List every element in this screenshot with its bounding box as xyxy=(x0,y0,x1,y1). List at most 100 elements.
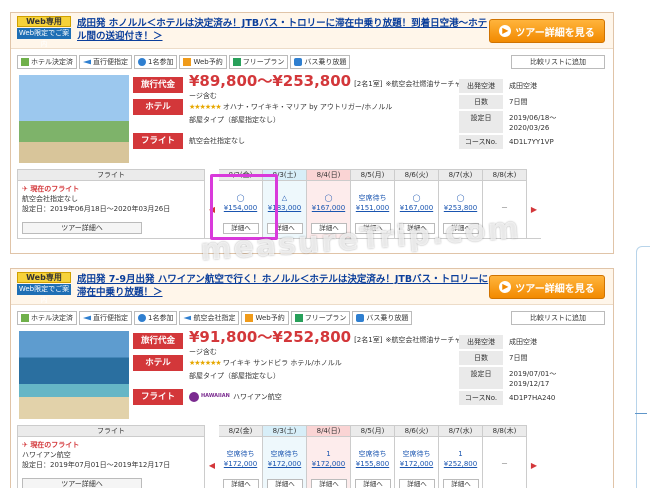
date-cell[interactable]: 1 ¥252,800 詳細へ xyxy=(439,437,483,488)
airline-text: ハワイアン航空 xyxy=(22,451,71,459)
hotel-name: ワイキキ サンドビラ ホテル/ホノルル xyxy=(222,359,342,367)
plane-icon xyxy=(83,315,91,321)
info-value: 成田空港 xyxy=(509,338,537,346)
period-text: 設定日：2019年07月01日〜2019年12月17日 xyxy=(22,461,171,469)
badge-web-only: Web専用 xyxy=(17,16,71,27)
date-detail-button[interactable]: 詳細へ xyxy=(399,479,435,488)
date-detail-button[interactable]: 詳細へ xyxy=(311,479,347,488)
price-note: [2名1室] xyxy=(354,79,383,88)
date-cell[interactable]: 空席待ち ¥172,000 詳細へ xyxy=(395,437,439,488)
info-key: 設定日 xyxy=(459,111,503,133)
tour-title-link[interactable]: 成田発 7-9月出発 ハワイアン航空で行く！ホノルル＜ホテルは決定済み！JTBバ… xyxy=(77,273,495,299)
date-cell[interactable]: 空席待ち ¥155,800 詳細へ xyxy=(351,437,395,488)
date-detail-button[interactable]: 詳細へ xyxy=(267,479,303,488)
day-header: 8/8(木) xyxy=(483,425,527,437)
tag-direct-flight: 直行便指定 xyxy=(79,55,132,69)
info-value: 7日間 xyxy=(509,354,528,362)
day-header: 8/7(水) xyxy=(439,169,483,181)
date-price-link[interactable]: ¥167,000 xyxy=(395,203,438,213)
tour-summary: 旅行代金 ¥91,800〜¥252,800 [2名1室] ※航空会社燃油サーチャージ… xyxy=(133,328,463,409)
person-icon xyxy=(138,314,146,322)
date-detail-button[interactable]: 詳細へ xyxy=(443,479,479,488)
tag-free-plan: フリープラン xyxy=(290,311,351,325)
plane-icon xyxy=(183,315,192,321)
date-price-link[interactable]: ¥167,000 xyxy=(307,203,350,213)
date-cell[interactable]: 1 ¥172,000 詳細へ xyxy=(307,437,351,488)
tour-detail-link[interactable]: ツアー詳細へ xyxy=(22,222,142,234)
availability-mark: 空席待ち xyxy=(402,450,431,458)
prev-week-icon[interactable]: ◀ xyxy=(205,437,219,488)
date-price-link[interactable]: ¥253,800 xyxy=(439,203,482,213)
tag-label: 航空会社指定 xyxy=(193,314,236,322)
day-header: 8/8(木) xyxy=(483,169,527,181)
date-price-link[interactable]: ¥172,000 xyxy=(395,459,438,469)
web-icon xyxy=(245,314,254,322)
tag-label: バス乗り放題 xyxy=(304,58,347,66)
day-header: 8/4(日) xyxy=(307,425,351,437)
add-compare-button[interactable]: 比較リストに追加 xyxy=(511,55,605,69)
flight-value: ハワイアン航空 xyxy=(233,393,282,401)
hotel-icon xyxy=(21,314,29,322)
next-week-icon[interactable]: ▶ xyxy=(527,437,541,488)
tour-title-link[interactable]: 成田発 ホノルル＜ホテルは決定済み！JTBバス・トロリーに滞在中乗り放題！到着日… xyxy=(77,17,495,43)
flag-icon xyxy=(294,314,303,322)
info-value: 成田空港 xyxy=(509,82,537,90)
feature-tags: ホテル決定済 直行便指定 1名参加 航空会社指定 Web予約 フリープラン バス… xyxy=(17,311,413,325)
date-price-link[interactable]: ¥151,000 xyxy=(351,203,394,213)
date-detail-button[interactable]: 詳細へ xyxy=(223,479,259,488)
date-price-link[interactable]: ¥172,000 xyxy=(219,459,262,469)
day-header: 8/6(火) xyxy=(395,169,439,181)
no-tour-dash: － xyxy=(501,460,508,468)
tour-detail-link[interactable]: ツアー詳細へ xyxy=(22,478,142,488)
next-week-icon[interactable]: ▶ xyxy=(527,181,541,239)
tour-photo[interactable] xyxy=(19,331,129,419)
date-cell[interactable]: 空席待ち ¥172,000 詳細へ xyxy=(219,437,263,488)
tag-single: 1名参加 xyxy=(134,311,178,325)
web-only-badge: Web専用 Web限定でご案内 xyxy=(17,272,71,304)
tag-label: バス乗り放題 xyxy=(366,314,409,322)
flight-label: フライト xyxy=(133,389,183,405)
tag-label: Web予約 xyxy=(255,314,285,322)
badge-web-limited: Web限定でご案内 xyxy=(17,28,71,48)
tour-photo[interactable] xyxy=(19,75,129,163)
date-price-link[interactable]: ¥172,000 xyxy=(307,459,350,469)
current-flight-label: ✈ 現在のフライト xyxy=(22,185,80,193)
hotel-icon xyxy=(21,58,29,66)
info-key: 日数 xyxy=(459,351,503,365)
airline-logo: HAWAIIAN xyxy=(189,392,230,402)
tour-detail-button[interactable]: ▶ ツアー詳細を見る xyxy=(489,19,605,43)
availability-mark: 1 xyxy=(458,450,463,458)
date-detail-button[interactable]: 詳細へ xyxy=(355,479,391,488)
availability-mark: ◯ xyxy=(412,194,421,202)
tag-single: 1名参加 xyxy=(134,55,178,69)
web-only-badge: Web専用 Web限定でご案内 xyxy=(17,16,71,48)
day-header: 8/4(日) xyxy=(307,169,351,181)
day-header: 8/5(月) xyxy=(351,425,395,437)
current-flight-label: ✈ 現在のフライト xyxy=(22,441,80,449)
tag-label: 1名参加 xyxy=(148,314,174,322)
date-price-link[interactable]: ¥172,000 xyxy=(263,459,306,469)
flight-info: ✈ 現在のフライト 航空会社指定なし 設定日：2019年06月18日〜2020年… xyxy=(17,181,205,239)
tag-label: 直行便指定 xyxy=(93,314,128,322)
date-cell-empty: － xyxy=(483,437,527,488)
info-key: 設定日 xyxy=(459,367,503,389)
date-price-link[interactable]: ¥252,800 xyxy=(439,459,482,469)
add-compare-button[interactable]: 比較リストに追加 xyxy=(511,311,605,325)
tag-label: フリープラン xyxy=(242,58,285,66)
plane-icon xyxy=(83,59,91,65)
tag-free-plan: フリープラン xyxy=(228,55,289,69)
date-cell[interactable]: 空席待ち ¥172,000 詳細へ xyxy=(263,437,307,488)
availability-mark: ◯ xyxy=(324,194,333,202)
tour-header: Web専用 Web限定でご案内 成田発 7-9月出発 ハワイアン航空で行く！ホノ… xyxy=(11,269,613,305)
flight-label: フライト xyxy=(133,133,183,149)
info-value: 2019/06/18〜 2020/03/26 xyxy=(509,114,557,132)
tag-hotel: ホテル決定済 xyxy=(17,55,77,69)
date-price-link[interactable]: ¥155,800 xyxy=(351,459,394,469)
day-header: 8/3(土) xyxy=(263,425,307,437)
room-type: 部屋タイプ（部屋指定なし） xyxy=(189,372,280,380)
flag-icon xyxy=(232,58,241,66)
bus-icon xyxy=(294,58,303,66)
hotel-label: ホテル xyxy=(133,99,183,115)
flight-header: フライト xyxy=(17,169,205,181)
tour-detail-button[interactable]: ▶ ツアー詳細を見る xyxy=(489,275,605,299)
